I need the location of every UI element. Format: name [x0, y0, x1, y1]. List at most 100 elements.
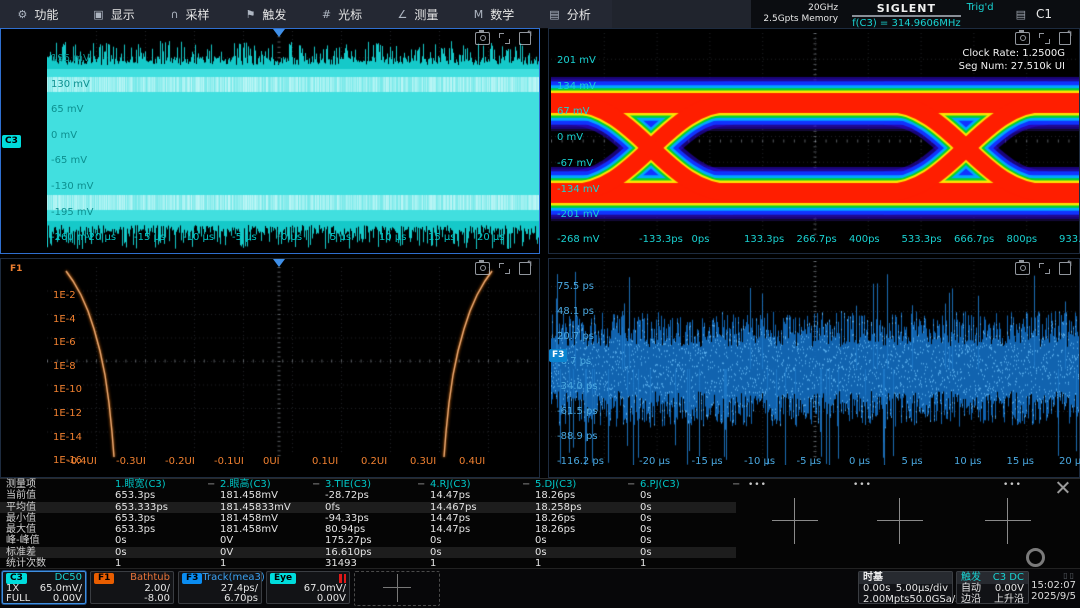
channel-scale: 6.70ps — [224, 594, 258, 605]
column-header[interactable]: 5.DJ(C3) — [535, 479, 576, 490]
camera-icon[interactable] — [475, 32, 490, 45]
panel-c3-waveform[interactable]: C3 195 mV130 mV65 mV0 mV-65 mV-130 mV-19… — [0, 28, 540, 254]
y-axis-label: -201 mV — [557, 209, 599, 220]
measurement-value: 16.610ps — [325, 547, 372, 558]
detach-icon[interactable] — [519, 262, 531, 275]
channel-box-F3[interactable]: F3Track(mea3)27.4ps/6.70ps — [178, 571, 262, 604]
brand-logo: SIGLENT — [852, 2, 961, 17]
menu-item-测量[interactable]: ∠测量 — [380, 0, 456, 28]
collapse-measure-button[interactable]: − — [627, 479, 635, 490]
trigger-mode: 自动 — [961, 584, 981, 595]
collapse-measure-button[interactable]: − — [732, 479, 740, 490]
y-axis-label: 1E-4 — [53, 314, 76, 325]
menu-item-数学[interactable]: M数学 — [456, 0, 532, 28]
menu-item-分析[interactable]: ▤分析 — [532, 0, 608, 28]
analysis-icon: ▤ — [549, 8, 559, 21]
panel-bathtub[interactable]: F1 1E-21E-41E-61E-81E-101E-121E-141E-16-… — [0, 258, 540, 478]
channel-box-F1[interactable]: F1Bathtub2.00/-8.00 — [90, 571, 174, 604]
measurement-value: 14.47ps — [430, 524, 470, 535]
x-axis-label: 0 µs — [849, 456, 870, 467]
column-header[interactable]: 1.眼宽(C3) — [115, 479, 166, 490]
add-measurement-button[interactable] — [772, 498, 818, 544]
menu-item-显示[interactable]: ▣显示 — [76, 0, 152, 28]
measurement-value: 0s — [640, 502, 652, 513]
timebase-box[interactable]: 时基 0.00s5.00µs/div 2.00Mpts50.0GSa/s — [858, 571, 953, 604]
measurement-value: 0s — [640, 535, 652, 546]
clipboard-icon[interactable]: ▤ — [1016, 8, 1026, 21]
add-channel-slot[interactable] — [354, 571, 440, 606]
x-axis-label: -15 µs — [692, 456, 723, 467]
collapse-measure-button[interactable]: − — [312, 479, 320, 490]
trigger-box[interactable]: 触发C3 DC 自动0.00V 边沿上升沿 — [956, 571, 1029, 604]
column-header[interactable]: 3.TIE(C3) — [325, 479, 371, 490]
add-measurement-button[interactable] — [877, 498, 923, 544]
channel-attr: FULL — [6, 594, 30, 605]
y-axis-label: 0 mV — [557, 132, 583, 143]
close-table-icon[interactable] — [1056, 480, 1070, 494]
menu-item-功能[interactable]: ⚙功能 — [0, 0, 76, 28]
x-axis-label: -133.3ps — [639, 234, 683, 245]
channel-badge: F3 — [182, 573, 202, 584]
y-axis-label: 195 mV — [51, 53, 90, 64]
panel-tie-track[interactable]: F3 75.5 ps48.1 ps20.7 ps-6.7 ps-34.0 ps-… — [548, 258, 1080, 478]
expand-icon[interactable] — [1039, 33, 1050, 44]
measurement-value: 0s — [640, 513, 652, 524]
measurement-value: 80.94ps — [325, 524, 365, 535]
more-measure-slot[interactable]: ••• — [1003, 480, 1022, 490]
row-header: 测量项 — [6, 479, 36, 490]
detach-icon[interactable] — [1059, 32, 1071, 45]
menu-item-光标[interactable]: #光标 — [304, 0, 380, 28]
x-axis-label: -0.4UI — [67, 456, 97, 467]
add-measurement-button[interactable] — [985, 498, 1031, 544]
x-axis-label: 0.1UI — [312, 456, 338, 467]
channel-box-Eye[interactable]: Eye67.0mV/0.00V — [266, 571, 350, 604]
x-axis-label: 10 µs — [379, 232, 406, 243]
menu-item-label: 功能 — [34, 6, 58, 23]
menu-item-采样[interactable]: ∩采样 — [152, 0, 228, 28]
table-row: 标准差0s0V16.610ps0s0s0s — [0, 547, 1080, 558]
measurement-value: 0s — [115, 547, 127, 558]
column-header[interactable]: 6.PJ(C3) — [640, 479, 680, 490]
camera-icon[interactable] — [1015, 262, 1030, 275]
channel-box-C3[interactable]: C3DC501X65.0mV/FULL0.00V — [2, 571, 86, 604]
f3-source-badge[interactable]: F3 — [549, 349, 567, 362]
panel-icons — [475, 262, 531, 275]
menu-item-触发[interactable]: ⚑触发 — [228, 0, 304, 28]
expand-icon[interactable] — [499, 33, 510, 44]
measurement-value: -94.33ps — [325, 513, 369, 524]
collapse-measure-button[interactable]: − — [417, 479, 425, 490]
camera-icon[interactable] — [1015, 32, 1030, 45]
x-axis-label: 533.3ps — [902, 234, 942, 245]
acquire-icon: ∩ — [170, 8, 178, 21]
more-measure-slot[interactable]: ••• — [748, 480, 767, 490]
time-label: 15:02:07 — [1031, 580, 1076, 591]
measurement-value: 0s — [640, 547, 652, 558]
measurement-value: 181.458mV — [220, 524, 278, 535]
measurement-value: 0s — [640, 524, 652, 535]
y-axis-label: 1E-12 — [53, 408, 82, 419]
expand-icon[interactable] — [499, 263, 510, 274]
trigger-position-marker[interactable] — [273, 259, 285, 267]
detach-icon[interactable] — [519, 32, 531, 45]
x-axis-label: -0.3UI — [116, 456, 146, 467]
measurement-value: 18.26ps — [535, 524, 575, 535]
expand-icon[interactable] — [1039, 263, 1050, 274]
more-measure-slot[interactable]: ••• — [853, 480, 872, 490]
column-header[interactable]: 4.RJ(C3) — [430, 479, 471, 490]
detach-icon[interactable] — [1059, 262, 1071, 275]
drag-handle-icon[interactable] — [1026, 548, 1045, 567]
y-axis-label: 130 mV — [51, 79, 90, 90]
camera-icon[interactable] — [475, 262, 490, 275]
collapse-measure-button[interactable]: − — [207, 479, 215, 490]
c3-source-badge[interactable]: C3 — [2, 135, 21, 148]
f1-source-badge[interactable]: F1 — [7, 263, 25, 276]
trigger-position-marker[interactable] — [273, 29, 285, 37]
channel-indicator[interactable]: C1 — [1036, 7, 1052, 21]
memory-label: 2.5Gpts Memory — [763, 14, 838, 25]
panel-eye-diagram[interactable]: Clock Rate: 1.2500G Seg Num: 27.510k UI … — [548, 28, 1080, 254]
eye-info: Clock Rate: 1.2500G Seg Num: 27.510k UI — [959, 47, 1065, 73]
x-axis-label: -0.1UI — [214, 456, 244, 467]
column-header[interactable]: 2.眼高(C3) — [220, 479, 271, 490]
collapse-measure-button[interactable]: − — [522, 479, 530, 490]
measurement-value: 0s — [535, 547, 547, 558]
